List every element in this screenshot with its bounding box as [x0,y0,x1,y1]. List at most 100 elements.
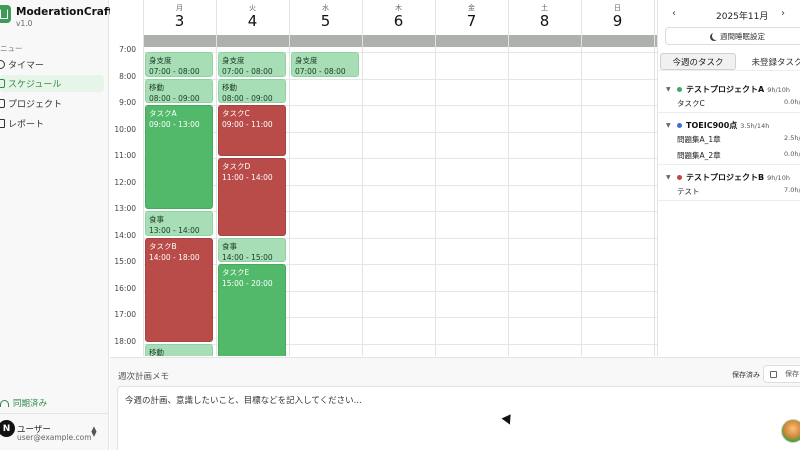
project-name: テストプロジェクトB 9h/10h [686,172,790,183]
event-time: 08:00 - 09:00 [222,93,273,103]
chevron-down-icon: ▼ [666,121,671,129]
calendar-event[interactable]: 移動 08:00 - 09:00 [145,78,213,103]
event-title: タスクE [222,268,250,277]
event-time: 07:00 - 08:00 [222,67,273,76]
project-hours: 9h/10h [767,85,791,94]
task-row[interactable]: 問題集A_2章 0.0h/1 [658,150,800,163]
avatar[interactable]: N [0,420,15,437]
project-group-header[interactable]: ▼ テストプロジェクトB 9h/10h [658,170,800,184]
event-title: 身支度 [222,56,245,65]
event-title: タスクB [149,241,177,251]
chevron-right-icon[interactable]: › [781,8,785,19]
calendar-event[interactable]: タスクB 14:00 - 18:00 [145,237,213,342]
event-title: 食事 [149,215,164,224]
grid-line [362,0,363,356]
divider [658,112,800,113]
sidebar-item-reports[interactable]: レポート [0,115,104,132]
project-name: TOEIC900点 3.5h/14h [686,120,769,131]
memo-save-button[interactable]: 保存 [763,365,800,383]
day-header[interactable]: 金7 [435,0,508,35]
event-time: 07:00 - 08:00 [149,67,200,76]
project-group-header[interactable]: ▼ TOEIC900点 3.5h/14h [658,118,800,132]
day-header[interactable]: 月3 [143,0,216,35]
wifi-icon [0,399,9,407]
grid-line [289,0,290,356]
event-title: 移動 [222,82,237,92]
calendar-event[interactable]: タスクA 09:00 - 13:00 [145,105,213,209]
project-name-text: テストプロジェクトB [686,172,765,182]
task-row[interactable]: 問題集A_1章 2.5h/ [658,134,800,147]
day-header[interactable]: 火4 [216,0,289,35]
calendar-event[interactable]: タスクE 15:00 - 20:00 [218,264,286,356]
calendar-event[interactable]: タスクD 11:00 - 14:00 [218,158,286,236]
event-title: 身支度 [295,56,318,65]
event-title: 移動 [149,347,164,357]
calendar-event[interactable]: 身支度 07:00 - 08:00 [291,52,359,77]
task-hours: 2.5h/ [784,134,800,142]
day-number: 3 [174,12,185,30]
day-number: 5 [320,12,331,30]
chevron-up-down-icon[interactable]: ▲ ▼ [91,426,97,438]
calendar-icon [0,79,5,88]
event-time: 13:00 - 14:00 [149,226,200,235]
day-number: 8 [539,12,550,30]
event-title: 身支度 [149,56,172,65]
event-time: 09:00 - 11:00 [222,120,273,129]
calendar-event[interactable]: 移動 08:00 - 09:00 [218,78,286,103]
day-number: 6 [393,12,404,30]
day-header[interactable]: 水5 [289,0,362,35]
sidebar-item-label: スケジュール [8,80,62,90]
task-hours: 7.0h/1 [784,186,800,194]
timer-icon [0,60,5,69]
hour-label: 17:00 [114,310,136,319]
hour-label: 16:00 [114,283,136,293]
grid-line [216,0,217,356]
project-hours: 3.5h/14h [740,121,770,130]
event-time: 14:00 - 15:00 [222,252,273,262]
calendar-event[interactable]: タスクC 09:00 - 11:00 [218,105,286,156]
project-color-dot [677,86,682,92]
day-header[interactable]: 土8 [508,0,581,35]
divider [658,164,800,165]
task-row[interactable]: テスト 7.0h/1 [658,186,800,199]
memo-textarea[interactable] [117,386,800,450]
memo-title: 週次計画メモ [118,372,170,382]
project-color-dot [677,174,682,180]
sleep-button-label: 週間睡眠設定 [720,31,765,41]
calendar-event[interactable]: 身支度 07:00 - 08:00 [218,52,286,77]
calendar-event[interactable]: 身支度 07:00 - 08:00 [145,52,213,77]
day-header[interactable]: 木6 [362,0,435,35]
day-header[interactable]: 日9 [581,0,654,35]
app-version: v1.0 [16,19,33,28]
chevron-left-icon[interactable]: ‹ [672,8,676,19]
grid-line [143,0,144,356]
calendar-event[interactable]: 食事 14:00 - 15:00 [218,237,286,262]
memo-save-status: 保存済み [732,371,760,379]
tab-unregistered-tasks[interactable]: 未登録タスク [742,53,800,70]
task-row[interactable]: タスクC 0.0h/5 [658,98,800,111]
assistant-avatar-button[interactable] [781,419,800,443]
weekly-sleep-settings-button[interactable]: 週間睡眠設定 [665,27,800,45]
project-group-header[interactable]: ▼ テストプロジェクトA 9h/10h [658,82,800,96]
week-calendar: 月 3 火 4 水 5 木 6 金 7 土 8 日 9 7:00 8:00 9:00 10:00 11:00 12:0… [110,0,657,356]
calendar-event[interactable]: 移動 [145,343,213,357]
day-number: 4 [247,12,258,30]
event-time: 14:00 - 18:00 [149,252,200,262]
task-name: テスト [677,187,700,196]
task-name: 問題集A_1章 [677,135,721,144]
event-time: 11:00 - 14:00 [222,173,273,182]
grid-line [435,0,436,356]
weekly-memo: 週次計画メモ 保存済み 保存 [110,357,800,450]
sidebar-item-label: タイマー [8,61,45,71]
sidebar-item-timer[interactable]: タイマー [0,56,104,73]
tab-this-week-tasks[interactable]: 今週のタスク [660,53,736,70]
sidebar-item-projects[interactable]: プロジェクト [0,95,104,112]
project-name-text: TOEIC900点 [686,120,738,130]
divider [0,413,109,414]
calendar-event[interactable]: 食事 13:00 - 14:00 [145,211,213,236]
hour-label: 8:00 [119,71,136,81]
sidebar-item-schedule[interactable]: スケジュール [0,75,104,92]
project-name-text: テストプロジェクトA [686,84,765,94]
day-number: 9 [612,12,623,30]
grid-line [581,0,582,356]
